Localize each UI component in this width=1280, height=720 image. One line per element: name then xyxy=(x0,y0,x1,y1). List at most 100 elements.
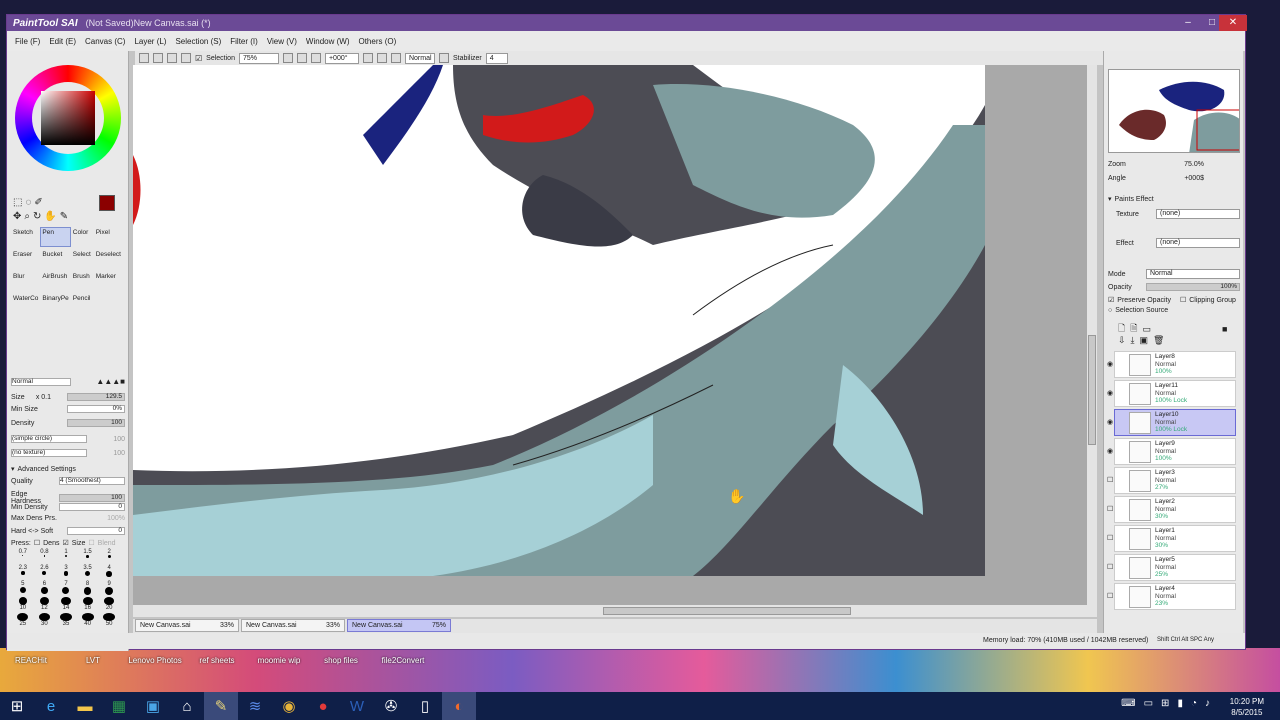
eye-icon[interactable]: ◉ xyxy=(1107,389,1115,397)
opacity-slider[interactable]: 100% xyxy=(1146,283,1240,291)
menu-item[interactable]: Filter (I) xyxy=(230,37,258,46)
tool-button[interactable] xyxy=(94,293,123,313)
brush-size-preset[interactable]: 14 xyxy=(56,597,76,611)
windows-icon[interactable]: ⊞ xyxy=(1161,698,1169,709)
clipping-group-checkbox[interactable]: ☐ xyxy=(1180,296,1186,304)
keyboard-icon[interactable]: ⌨ xyxy=(1121,698,1135,709)
min-density-slider[interactable]: 0 xyxy=(59,503,125,511)
layer-row[interactable]: ☐ Layer1 Normal 30% xyxy=(1107,525,1236,552)
horizontal-scrollbar[interactable] xyxy=(133,605,1097,617)
texture-select[interactable]: (none) xyxy=(1156,209,1240,219)
desktop-icon-label[interactable]: LVT xyxy=(62,656,124,665)
brush-size-preset[interactable]: 40 xyxy=(78,613,98,627)
brush-size-preset[interactable]: 2.3 xyxy=(13,565,33,579)
clear-layer-icon[interactable]: ▣ xyxy=(1140,335,1149,346)
canvas-area[interactable] xyxy=(133,65,1097,617)
wifi-icon[interactable]: ◔ xyxy=(1191,698,1197,709)
layer-row[interactable]: ◉ Layer9 Normal 100% xyxy=(1107,438,1236,465)
tool-button[interactable]: Brush xyxy=(71,271,94,291)
brush-size-preset[interactable]: 50 xyxy=(99,613,119,627)
brush-size-preset[interactable]: 12 xyxy=(35,597,55,611)
tool-button[interactable]: Sketch xyxy=(11,227,40,247)
desktop-icon-label[interactable]: ref sheets xyxy=(186,656,248,665)
minimize-button[interactable]: – xyxy=(1177,15,1199,31)
zoom-reset-icon[interactable] xyxy=(310,53,321,63)
horizontal-scroll-thumb[interactable] xyxy=(603,607,851,615)
menu-item[interactable]: Window (W) xyxy=(306,37,350,46)
clock[interactable]: 10:20 PM 8/5/2015 xyxy=(1230,696,1264,718)
blend-checkbox[interactable]: ☐ xyxy=(88,539,94,547)
action-center-icon[interactable]: ▭ xyxy=(1144,698,1153,709)
eye-icon[interactable]: ◉ xyxy=(1107,360,1115,368)
effect-select[interactable]: (none) xyxy=(1156,238,1240,248)
brush-size-preset[interactable]: 2 xyxy=(99,549,119,563)
desktop-icon-label[interactable]: file2Convert xyxy=(372,656,434,665)
home-icon[interactable]: ⌂ xyxy=(170,692,204,720)
stream-icon[interactable]: ≋ xyxy=(238,692,272,720)
transfer-down-icon[interactable]: ⇩ xyxy=(1118,335,1126,346)
view-tools-icons[interactable]: ✥⌕↻✋✎ xyxy=(13,211,71,222)
brush-mode-select[interactable]: Normal xyxy=(11,377,71,386)
angle-field[interactable]: +000° xyxy=(324,52,359,64)
brush-size-preset[interactable]: 5 xyxy=(13,581,33,595)
desktop-icon-label[interactable]: moomie wip xyxy=(248,656,310,665)
brush-size-preset[interactable]: 30 xyxy=(35,613,55,627)
hidden-eye-icon[interactable]: ☐ xyxy=(1107,476,1115,484)
deselect-icon[interactable] xyxy=(167,53,177,63)
tool-button[interactable]: Marker xyxy=(94,271,123,291)
color-square[interactable] xyxy=(41,91,95,145)
brush-size-preset[interactable]: 0.7 xyxy=(13,549,33,563)
store-icon[interactable]: ▣ xyxy=(136,692,170,720)
rotate-left-icon[interactable] xyxy=(362,53,373,63)
vertical-scroll-thumb[interactable] xyxy=(1088,335,1096,445)
selection-checkbox[interactable]: ☑ xyxy=(195,54,202,63)
hidden-eye-icon[interactable]: ☐ xyxy=(1107,534,1115,542)
tool-button[interactable]: AirBrush xyxy=(40,271,70,291)
advanced-settings-header[interactable]: ▾ Advanced Settings xyxy=(11,465,125,474)
brush-size-preset[interactable]: 1.5 xyxy=(78,549,98,563)
layer-row[interactable]: ◉ Layer11 Normal 100% Lock xyxy=(1107,380,1236,407)
layer-settings-icon[interactable]: ■ xyxy=(1222,324,1227,334)
record-icon[interactable]: ● xyxy=(306,692,340,720)
selection-tools-icons[interactable]: ⬚◌✐ xyxy=(13,197,46,208)
battery-icon[interactable]: ▮ xyxy=(1177,698,1183,709)
tool-button[interactable]: Select xyxy=(71,249,94,269)
menu-item[interactable]: Selection (S) xyxy=(175,37,221,46)
hidden-eye-icon[interactable]: ☐ xyxy=(1107,505,1115,513)
excel-icon[interactable]: ▦ xyxy=(102,692,136,720)
layer-row[interactable]: ◉ Layer10 Normal 100% Lock xyxy=(1107,409,1236,436)
hidden-eye-icon[interactable]: ☐ xyxy=(1107,563,1115,571)
tool-button[interactable]: Eraser xyxy=(11,249,40,269)
brush-size-preset[interactable]: 7 xyxy=(56,581,76,595)
paint-tool-sai-icon[interactable]: ✎ xyxy=(204,692,238,720)
volume-icon[interactable]: ♪ xyxy=(1205,698,1210,709)
tool-button[interactable]: Pen xyxy=(40,227,71,247)
new-folder-icon[interactable]: ▭ xyxy=(1143,324,1152,335)
brush-shape-select[interactable]: (simple circle) xyxy=(11,435,87,443)
menu-item[interactable]: Edit (E) xyxy=(49,37,76,46)
undo-icon[interactable] xyxy=(139,53,149,63)
zoom-out-icon[interactable] xyxy=(282,53,293,63)
desktop-icon-label[interactable]: REACHit xyxy=(0,656,62,665)
redo-icon[interactable] xyxy=(153,53,163,63)
primary-color-swatch[interactable] xyxy=(99,195,115,211)
preserve-opacity-checkbox[interactable]: ☑ xyxy=(1108,296,1114,304)
word-icon[interactable]: W xyxy=(340,692,374,720)
rotate-right-icon[interactable] xyxy=(376,53,387,63)
stabilizer-field[interactable]: 4 xyxy=(485,52,508,64)
film-icon[interactable]: ✇ xyxy=(374,692,408,720)
brush-texture-select[interactable]: (no texture) xyxy=(11,449,87,457)
eye-icon[interactable]: ◉ xyxy=(1107,418,1115,426)
brush-size-preset[interactable]: 3 xyxy=(56,565,76,579)
orange-app-icon[interactable]: ◐ xyxy=(442,692,476,720)
brush-size-preset[interactable]: 9 xyxy=(99,581,119,595)
tool-button[interactable]: Pixel xyxy=(94,227,123,247)
merge-down-icon[interactable]: ⤓ xyxy=(1131,335,1135,346)
dens-checkbox[interactable]: ☐ xyxy=(34,539,40,547)
flip-icon[interactable] xyxy=(438,53,449,63)
notepad-icon[interactable]: ▯ xyxy=(408,692,442,720)
vertical-scrollbar[interactable] xyxy=(1087,65,1097,605)
quality-select[interactable]: 4 (Smoothest) xyxy=(59,477,125,485)
brush-size-preset[interactable]: 8 xyxy=(78,581,98,595)
start-button[interactable]: ⊞ xyxy=(0,692,34,720)
